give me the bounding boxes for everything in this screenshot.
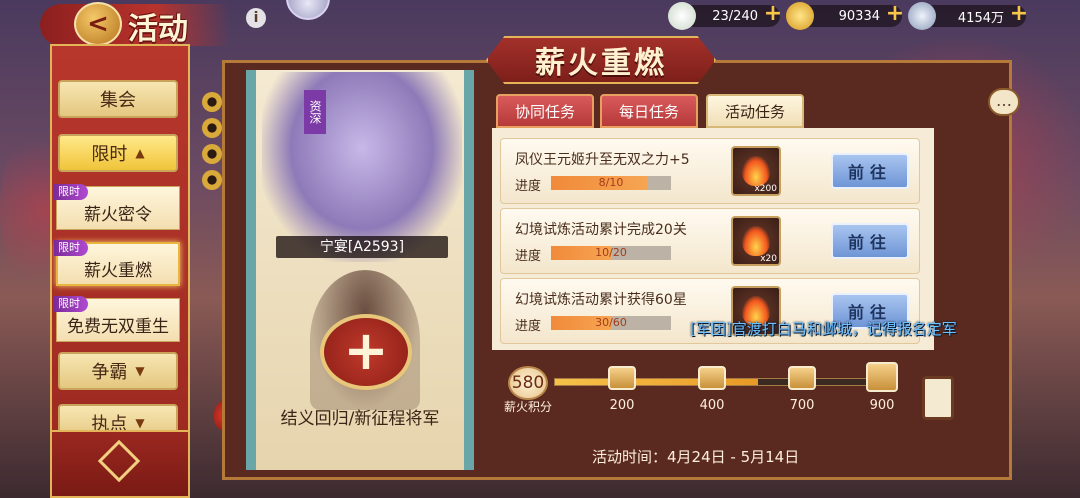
medal-decoration [286, 0, 330, 20]
main-title: 薪火重燃 [535, 46, 667, 81]
coin-string-decoration [202, 92, 224, 196]
stamina-bowl-icon [668, 2, 696, 30]
chevron-up-icon: ▲ [135, 146, 145, 160]
legion-broadcast: [军团]官渡打白马和邺城，记得报名定军 [690, 320, 957, 338]
progress-label: 进度 [515, 179, 542, 194]
limited-tag: 限时 [54, 296, 88, 312]
chest-icon[interactable] [698, 366, 726, 390]
silver-value: 4154万 [957, 10, 1004, 26]
milestone-label: 200 [609, 398, 635, 413]
chat-bubble-icon[interactable]: … [988, 88, 1020, 116]
chevron-down-icon: ▼ [135, 416, 145, 430]
progress-label: 进度 [515, 319, 542, 334]
resource-silver: 4154万 + [908, 2, 1028, 30]
resource-stamina: 23/240 + [668, 2, 782, 30]
task-row: 幻境试炼活动累计完成20关 进度 10/20 x20 前往 [500, 208, 920, 274]
milestone-label: 700 [789, 398, 815, 413]
hero-portrait[interactable] [262, 72, 462, 262]
flame-icon [742, 226, 770, 256]
hero-name-label: 宁宴[A2593] [276, 236, 448, 258]
limited-tag: 限时 [54, 240, 88, 256]
tab-coop-tasks[interactable]: 协同任务 [496, 94, 594, 128]
progress-label: 进度 [515, 249, 542, 264]
add-gold-button[interactable]: + [884, 3, 906, 26]
lantern-decoration [922, 376, 954, 420]
flame-icon [742, 156, 770, 186]
event-time: 活动时间：4月24日 - 5月14日 [592, 448, 800, 466]
stamina-value: 23/240 [712, 8, 758, 24]
main-title-plate: 薪火重燃 [486, 36, 716, 84]
back-button[interactable]: < [74, 2, 122, 46]
progress-bar: 8/10 [551, 176, 671, 190]
reward-qty: x200 [754, 184, 777, 194]
progress-text: 10/20 [595, 246, 627, 259]
progress-text: 8/10 [598, 176, 624, 189]
score-badge: 580 [508, 366, 548, 400]
silver-coin-icon [908, 2, 936, 30]
sidebar-item-hegemony[interactable]: 争霸 ▼ [58, 352, 178, 390]
add-silver-button[interactable]: + [1008, 3, 1030, 26]
task-row: 凤仪王元姬升至无双之力+5 进度 8/10 x200 前往 [500, 138, 920, 204]
task-title: 幻境试炼活动累计完成20关 [515, 222, 687, 238]
gold-ingot-icon [786, 2, 814, 30]
grand-chest-icon[interactable] [866, 362, 898, 392]
reward-qty: x20 [760, 254, 777, 264]
gold-value: 90334 [838, 8, 880, 24]
progress-bar: 10/20 [551, 246, 671, 260]
go-button[interactable]: 前往 [831, 223, 909, 259]
progress-text: 30/60 [595, 316, 627, 329]
progress-bar: 30/60 [551, 316, 671, 330]
top-bar: < 活动 i 23/240 + 90334 + 4154万 + [0, 0, 1080, 47]
task-title: 凤仪王元姬升至无双之力+5 [515, 152, 690, 168]
task-title: 幻境试炼活动累计获得60星 [515, 292, 687, 308]
resource-gold: 90334 + [786, 2, 904, 30]
recruit-plus-button[interactable]: + [320, 314, 412, 390]
sidebar-item-gathering[interactable]: 集会 [58, 80, 178, 118]
score-label: 薪火积分 [504, 400, 553, 414]
info-icon[interactable]: i [246, 8, 266, 28]
chest-icon[interactable] [608, 366, 636, 390]
scroll-caption: 结义回归/新征程将军 [280, 409, 440, 429]
page-title: 活动 [128, 12, 188, 47]
go-button[interactable]: 前往 [831, 153, 909, 189]
sidebar-item-limited[interactable]: 限时 ▲ [58, 134, 178, 172]
rank-ribbon: 资深 [304, 90, 326, 134]
milestone-label: 900 [869, 398, 895, 413]
reward-item[interactable]: x200 [731, 146, 781, 196]
tab-event-tasks[interactable]: 活动任务 [706, 94, 804, 128]
milestone-label: 400 [699, 398, 725, 413]
reward-item[interactable]: x20 [731, 216, 781, 266]
limited-tag: 限时 [54, 184, 88, 200]
back-arrow-icon: < [87, 9, 109, 39]
chest-icon[interactable] [788, 366, 816, 390]
chevron-down-icon: ▼ [135, 364, 145, 378]
tab-daily-tasks[interactable]: 每日任务 [600, 94, 698, 128]
add-stamina-button[interactable]: + [762, 3, 784, 26]
